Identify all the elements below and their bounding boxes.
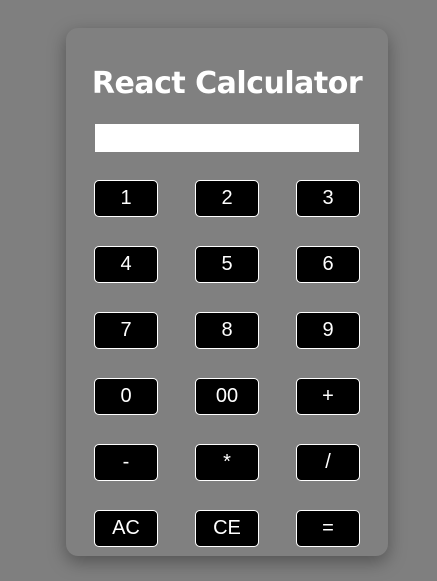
key-6-button[interactable]: 6 <box>296 246 360 283</box>
key-9-button[interactable]: 9 <box>296 312 360 349</box>
calculator-display[interactable] <box>95 124 359 152</box>
clear-entry-button[interactable]: CE <box>195 510 259 547</box>
key-7-button[interactable]: 7 <box>94 312 158 349</box>
key-2-button[interactable]: 2 <box>195 180 259 217</box>
multiply-button[interactable]: * <box>195 444 259 481</box>
subtract-button[interactable]: - <box>94 444 158 481</box>
equals-button[interactable]: = <box>296 510 360 547</box>
page-title: React Calculator <box>91 66 363 101</box>
key-8-button[interactable]: 8 <box>195 312 259 349</box>
keypad: 1 2 3 4 5 6 7 8 9 0 00 + - * / AC CE = <box>94 180 360 547</box>
key-00-button[interactable]: 00 <box>195 378 259 415</box>
all-clear-button[interactable]: AC <box>94 510 158 547</box>
calculator-panel: React Calculator 1 2 3 4 5 6 7 8 9 0 00 + - * / AC CE = <box>66 28 388 556</box>
divide-button[interactable]: / <box>296 444 360 481</box>
key-1-button[interactable]: 1 <box>94 180 158 217</box>
add-button[interactable]: + <box>296 378 360 415</box>
key-3-button[interactable]: 3 <box>296 180 360 217</box>
key-4-button[interactable]: 4 <box>94 246 158 283</box>
key-0-button[interactable]: 0 <box>94 378 158 415</box>
key-5-button[interactable]: 5 <box>195 246 259 283</box>
